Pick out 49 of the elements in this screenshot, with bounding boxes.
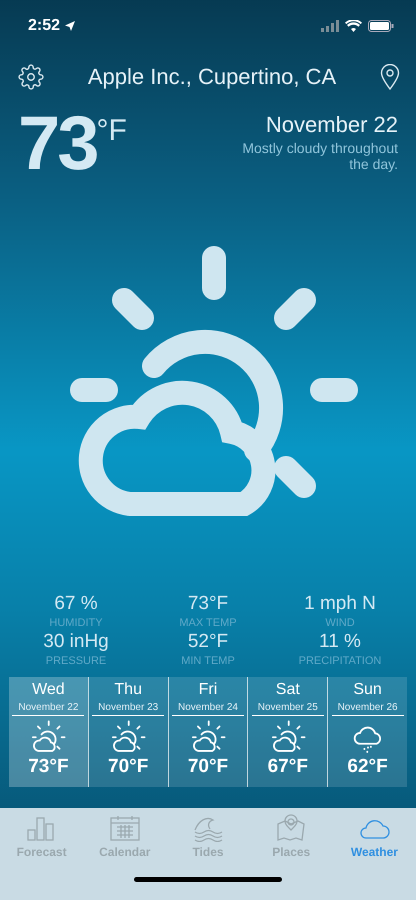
settings-icon: [18, 64, 44, 90]
stat-value: 67 %: [54, 593, 98, 615]
stat-value: 52°F: [188, 631, 228, 653]
battery-icon: [368, 20, 394, 32]
stat-label: PRESSURE: [46, 655, 106, 667]
forecast-day[interactable]: Wed November 22 73°F: [9, 677, 88, 787]
day-name: Sat: [276, 681, 300, 699]
current-temperature: 73: [18, 106, 97, 182]
forecast-day[interactable]: Sat November 25 67°F: [247, 677, 328, 787]
day-name: Thu: [114, 681, 142, 699]
stat-label: WIND: [325, 617, 355, 629]
forecast-day[interactable]: Thu November 23 70°F: [88, 677, 168, 787]
stat-label: HUMIDITY: [49, 617, 103, 629]
stat-value: 73°F: [188, 593, 228, 615]
location-button[interactable]: [380, 64, 400, 90]
calendar-icon: [108, 814, 141, 842]
day-date: November 22: [12, 699, 84, 716]
current-date: November 22: [266, 112, 398, 138]
day-name: Fri: [198, 681, 218, 699]
day-name: Sun: [353, 681, 382, 699]
location-title: Apple Inc., Cupertino, CA: [88, 64, 336, 90]
day-temperature: 67°F: [268, 756, 308, 778]
map-pin-icon: [275, 814, 308, 842]
temperature-unit: °F: [96, 114, 127, 147]
forecast-day[interactable]: Sun November 26 62°F: [327, 677, 407, 787]
day-date: November 26: [332, 699, 404, 716]
day-date: November 23: [92, 699, 164, 716]
day-temperature: 62°F: [347, 756, 388, 778]
day-temperature: 70°F: [108, 756, 148, 778]
status-time: 2:52: [28, 17, 76, 35]
day-date: November 25: [252, 699, 324, 716]
stat-label: MAX TEMP: [179, 617, 237, 629]
settings-button[interactable]: [18, 64, 44, 90]
day-date: November 24: [172, 699, 244, 716]
forecast-day[interactable]: Fri November 24 70°F: [168, 677, 248, 787]
stat-value: 30 inHg: [43, 631, 109, 653]
stat-value: 1 mph N: [304, 593, 376, 615]
day-temperature: 70°F: [188, 756, 228, 778]
day-temperature: 73°F: [28, 756, 69, 778]
location-arrow-icon: [64, 20, 76, 32]
weather-summary: Mostly cloudy throughout the day.: [241, 140, 398, 172]
stat-value: 11 %: [319, 631, 361, 653]
map-pin-icon: [380, 64, 400, 90]
signal-icon: [321, 20, 339, 32]
wifi-icon: [345, 20, 362, 32]
tab[interactable]: Weather: [332, 814, 416, 859]
day-name: Wed: [32, 681, 65, 699]
stat-label: PRECIPITATION: [298, 655, 382, 667]
stat-label: MIN TEMP: [181, 655, 235, 667]
